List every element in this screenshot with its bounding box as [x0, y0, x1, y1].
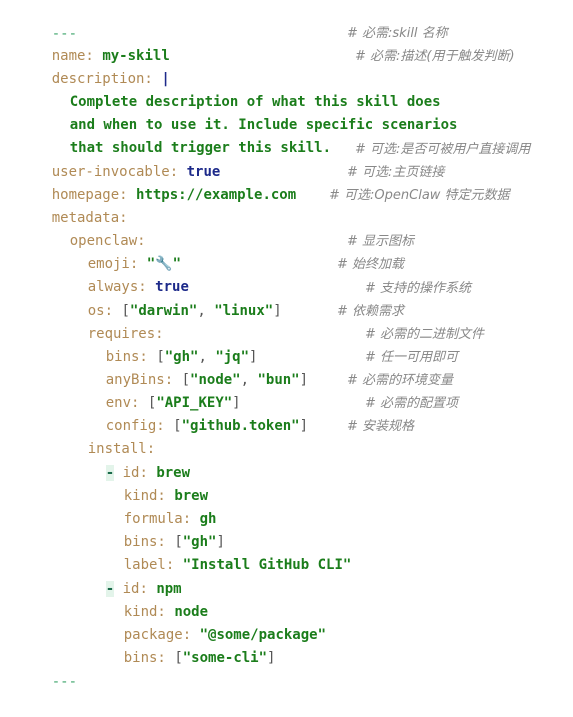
comment-config: # 必需的配置项	[365, 396, 459, 411]
yaml-line-always: always: true # 始终加载	[54, 253, 573, 295]
yaml-line-install-bins: bins: ["some-cli"]	[123, 650, 276, 666]
yaml-line-description: description: | # 必需:描述(用于触发判断)	[18, 45, 573, 87]
yaml-line-anybins: anyBins: ["node", "bun"] # 任一可用即可	[72, 346, 573, 388]
yaml-line: ---	[18, 0, 573, 42]
comment-bins: # 必需的二进制文件	[365, 327, 485, 342]
yaml-code-editor[interactable]: --- name: my-skill # 必需:skill 名称 descrip…	[0, 0, 573, 690]
yaml-line-install-bins: bins: ["gh"]	[123, 534, 225, 550]
yaml-line-description-text: and when to use it. Include specific sce…	[36, 91, 573, 133]
yaml-line-emoji: emoji: "🔧" # 显示图标	[54, 230, 573, 272]
yaml-line-name: name: my-skill # 必需:skill 名称	[18, 22, 573, 64]
comment-metadata: # 可选:OpenClaw 特定元数据	[329, 188, 510, 203]
yaml-line-install-formula: formula: gh	[90, 485, 573, 527]
yaml-line-bins: bins: ["gh", "jq"] # 必需的二进制文件	[72, 323, 573, 365]
yaml-line-description-text: that should trigger this skill.	[36, 114, 573, 156]
yaml-line-install-kind: kind: node	[90, 578, 573, 620]
yaml-line-install: install: # 安装规格	[54, 415, 573, 457]
comment-anybins: # 任一可用即可	[365, 350, 459, 365]
comment-name: # 必需:skill 名称	[347, 26, 448, 41]
yaml-line-install-package: package: "@some/package"	[90, 601, 573, 643]
yaml-line-openclaw: openclaw:	[36, 207, 573, 249]
comment-always: # 始终加载	[337, 257, 405, 272]
yaml-line-config: config: ["github.token"] # 必需的配置项	[72, 392, 573, 434]
yaml-line-homepage: homepage: https://example.com # 可选:主页链接	[18, 161, 573, 203]
yaml-line-metadata: metadata: # 可选:OpenClaw 特定元数据	[18, 184, 573, 226]
comment-homepage: # 可选:主页链接	[347, 165, 445, 180]
yaml-line-install-id: - id: npm	[72, 555, 573, 597]
yaml-line: ---	[18, 648, 573, 690]
yaml-line-install-kind: kind: brew	[90, 462, 573, 504]
yaml-line-requires: requires: # 依赖需求	[54, 300, 573, 342]
yaml-line-install-label: label: "Install GitHub CLI"	[90, 531, 573, 573]
yaml-line-os: os: ["darwin", "linux"] # 支持的操作系统	[54, 277, 573, 319]
yaml-fence-close: ---	[51, 674, 78, 690]
yaml-line-user-invocable: user-invocable: true # 可选:是否可被用户直接调用	[18, 138, 573, 180]
comment-user-invocable: # 可选:是否可被用户直接调用	[355, 142, 531, 157]
comment-requires: # 依赖需求	[337, 304, 405, 319]
comment-env: # 必需的环境变量	[347, 373, 454, 388]
yaml-line-env: env: ["API_KEY"] # 必需的环境变量	[72, 369, 573, 411]
comment-install: # 安装规格	[347, 419, 415, 434]
comment-description: # 必需:描述(用于触发判断)	[355, 49, 515, 64]
comment-os: # 支持的操作系统	[365, 281, 472, 296]
yaml-line-description-text: Complete description of what this skill …	[36, 68, 573, 110]
yaml-line-install-id: - id: brew	[72, 439, 573, 481]
comment-emoji: # 显示图标	[347, 234, 415, 249]
